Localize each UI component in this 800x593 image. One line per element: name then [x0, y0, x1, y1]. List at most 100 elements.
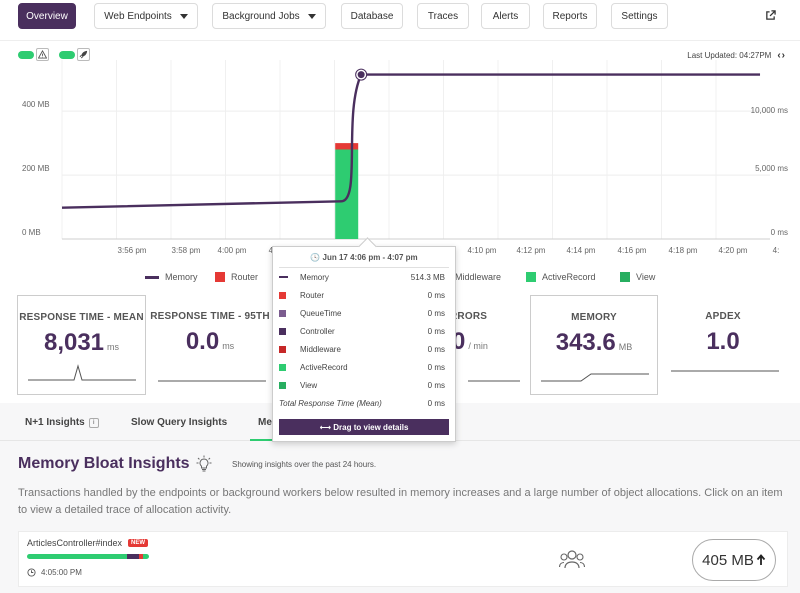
nav-label: Web Endpoints [104, 10, 172, 22]
section-description: Transactions handled by the endpoints or… [18, 487, 783, 516]
stat-unit: MB [618, 342, 633, 352]
x-tick-label: 4:20 pm [719, 246, 748, 255]
y-tick-label: 200 MB [22, 164, 50, 173]
nav-label: Background Jobs [222, 10, 300, 22]
tooltip-value: 0 ms [427, 380, 445, 390]
nav-label: Overview [26, 10, 68, 22]
sparkline [541, 373, 649, 382]
users-icon [559, 550, 585, 569]
x-tick-label: 4:12 pm [517, 246, 546, 255]
endpoint-name[interactable]: ArticlesController#index [27, 538, 122, 548]
sparkline [158, 380, 266, 382]
tooltip-swatch [279, 345, 286, 353]
clock-icon [27, 568, 36, 577]
nav-settings[interactable]: Settings [611, 3, 668, 29]
tooltip-value: 0 ms [427, 308, 445, 318]
x-tick-label: 4: [773, 246, 780, 255]
stat-response-95th[interactable]: RESPONSE TIME - 95TH 0.0 ms [148, 295, 272, 395]
stat-value: 343.6 MB [531, 329, 657, 357]
lightbulb-icon [196, 455, 212, 472]
allocation-bar-segment [27, 554, 128, 559]
nav-background-jobs[interactable]: Background Jobs [212, 3, 326, 29]
external-link-icon[interactable] [765, 10, 776, 21]
tooltip-label: Router [300, 290, 325, 300]
legend-view[interactable]: View [620, 272, 655, 282]
last-updated-text: Last Updated: 04:27PM [687, 51, 772, 60]
highlight-point [357, 71, 365, 79]
nav-label: Database [350, 10, 394, 22]
nav-label: Reports [552, 10, 588, 22]
legend-middleware[interactable]: Middleware [455, 272, 501, 282]
nav-database[interactable]: Database [341, 3, 403, 29]
stat-label: MEMORY [571, 312, 617, 323]
sparkline [671, 370, 779, 372]
stat-number: 0.0 [185, 328, 220, 355]
nav-label: Alerts [492, 10, 519, 22]
y-tick-label: 400 MB [22, 100, 50, 109]
insight-row[interactable]: ArticlesController#index NEW 4:05:00 PM … [18, 531, 788, 587]
legend-swatch [145, 275, 159, 279]
nav-traces[interactable]: Traces [417, 3, 469, 29]
tooltip-value: 0 ms [427, 326, 445, 336]
tooltip-swatch [279, 363, 286, 371]
x-tick-label: 3:58 pm [172, 246, 201, 255]
drag-label: ⟷ Drag to view details [319, 422, 409, 432]
memory-size-value: 405 MB [702, 551, 754, 569]
tooltip-total-value: 0 ms [427, 398, 445, 408]
stat-number: 8,031 [43, 329, 105, 356]
stat-memory[interactable]: MEMORY 343.6 MB [530, 295, 658, 395]
nav-overview[interactable]: Overview [18, 3, 76, 29]
tab-n-plus-one[interactable]: N+1 Insights i [25, 417, 99, 428]
tooltip-header: 🕓 Jun 17 4:06 pm - 4:07 pm [273, 247, 455, 265]
tooltip-label: QueueTime [300, 308, 342, 318]
arrow-up-icon [756, 554, 766, 565]
tooltip-swatch [279, 309, 286, 317]
tooltip-value: 0 ms [427, 344, 445, 354]
y2-tick-label: 10,000 ms [751, 106, 788, 115]
drag-to-view-details-button[interactable]: ⟷ Drag to view details [279, 419, 449, 435]
stat-apdex[interactable]: APDEX 1.0 [661, 295, 785, 395]
memory-bloat-title: Memory Bloat Insights [18, 455, 212, 473]
memory-size-pill[interactable]: 405 MB [692, 539, 776, 581]
row-title: ArticlesController#index NEW [27, 538, 149, 548]
tab-label: N+1 Insights [25, 417, 85, 428]
stat-unit: ms [107, 342, 120, 352]
tooltip-row: Controller 0 ms [273, 322, 455, 340]
legend-swatch [526, 272, 536, 282]
nav-reports[interactable]: Reports [543, 3, 597, 29]
tooltip-value: 0 ms [427, 362, 445, 372]
y2-tick-label: 0 ms [771, 228, 788, 237]
legend-activerecord[interactable]: ActiveRecord [526, 272, 596, 282]
tab-label: Slow Query Insights [131, 417, 228, 428]
nav-web-endpoints[interactable]: Web Endpoints [94, 3, 198, 29]
timestamp-text: 4:05:00 PM [41, 568, 82, 577]
tooltip-row: View 0 ms [273, 376, 455, 394]
stat-value: 1.0 [706, 328, 740, 355]
legend-router[interactable]: Router [215, 272, 258, 282]
top-nav: Overview Web Endpoints Background Jobs D… [0, 0, 800, 34]
chart-tooltip: 🕓 Jun 17 4:06 pm - 4:07 pm Memory 514.3 M… [272, 246, 456, 442]
nav-alerts[interactable]: Alerts [481, 3, 530, 29]
y2-tick-label: 5,000 ms [755, 164, 788, 173]
response-time-bar [335, 149, 359, 239]
legend-label: Router [231, 272, 259, 282]
legend-memory[interactable]: Memory [145, 272, 198, 282]
tooltip-time-range: Jun 17 4:06 pm - 4:07 pm [322, 253, 418, 262]
tooltip-swatch [279, 276, 288, 278]
legend-label: View [636, 272, 656, 282]
tab-memory-bloat[interactable]: Me [258, 417, 272, 428]
tab-slow-query[interactable]: Slow Query Insights [131, 417, 227, 428]
legend-swatch [215, 272, 225, 282]
performance-chart[interactable]: 400 MB 200 MB 0 MB 10,000 ms 5,000 ms 0 ms 3:5… [0, 60, 800, 265]
nav-label: Traces [427, 10, 459, 22]
x-tick-label: 3:56 pm [118, 246, 147, 255]
stat-label: APDEX [705, 311, 741, 322]
new-badge: NEW [128, 539, 149, 547]
stat-response-mean[interactable]: RESPONSE TIME - MEAN 8,031 ms [17, 295, 146, 395]
tooltip-value: 514.3 MB [410, 272, 445, 282]
x-tick-label: 4:14 pm [567, 246, 596, 255]
tooltip-row: Router 0 ms [273, 286, 455, 304]
legend-swatch [620, 272, 630, 282]
info-icon: i [88, 417, 99, 428]
x-tick-label: 4:16 pm [618, 246, 647, 255]
